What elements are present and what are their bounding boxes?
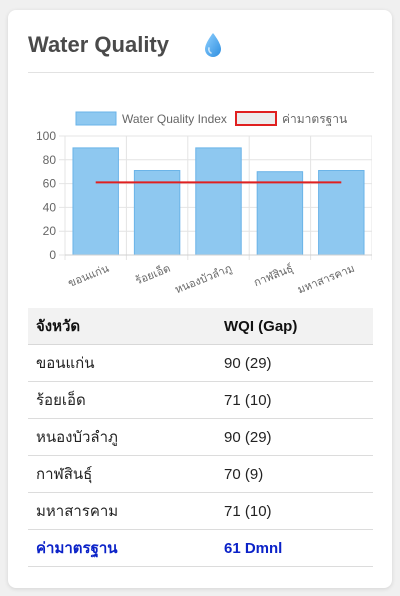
- bar-wqi[interactable]: [72, 147, 119, 256]
- wqi-cell: 71 (10): [216, 492, 373, 530]
- x-tick-label: ขอนแก่น: [67, 262, 112, 289]
- wqi-table: จังหวัด WQI (Gap) ขอนแก่น 90 (29) ร้อยเอ…: [28, 308, 373, 567]
- wqi-cell: 71 (10): [216, 381, 373, 419]
- y-tick-label: 40: [43, 200, 57, 214]
- legend-label-wqi: Water Quality Index: [122, 112, 227, 126]
- water-drop-icon: [205, 33, 221, 57]
- chart-container: Water Quality Index ค่ามาตรฐาน 0 20 40 60 80 10…: [28, 100, 373, 300]
- column-header-province: จังหวัด: [28, 308, 216, 345]
- table-row: มหาสารคาม 71 (10): [28, 492, 373, 530]
- province-cell: ร้อยเอ็ด: [28, 381, 216, 419]
- card-title: Water Quality: [28, 32, 169, 57]
- legend-swatch-standard: [235, 111, 277, 126]
- table-row: กาฬสินธุ์ 70 (9): [28, 455, 373, 493]
- water-quality-chart: Water Quality Index ค่ามาตรฐาน 0 20 40 60 80 10…: [36, 111, 373, 297]
- legend-label-standard: ค่ามาตรฐาน: [282, 112, 347, 126]
- province-cell: ขอนแก่น: [28, 344, 216, 382]
- card-header: Water Quality: [28, 32, 374, 73]
- bar-wqi[interactable]: [195, 147, 242, 256]
- table-row: หนองบัวลำภู 90 (29): [28, 418, 373, 456]
- wqi-cell: 90 (29): [216, 418, 373, 456]
- standard-label: ค่ามาตรฐาน: [28, 529, 216, 567]
- table-row: ร้อยเอ็ด 71 (10): [28, 381, 373, 419]
- column-header-wqi: WQI (Gap): [216, 308, 373, 345]
- wqi-cell: 90 (29): [216, 344, 373, 382]
- province-cell: กาฬสินธุ์: [28, 455, 216, 493]
- y-tick-label: 60: [43, 177, 57, 191]
- y-tick-label: 100: [36, 129, 56, 143]
- table-row: ขอนแก่น 90 (29): [28, 344, 373, 382]
- table-header-row: จังหวัด WQI (Gap): [28, 308, 373, 345]
- wqi-cell: 70 (9): [216, 455, 373, 493]
- water-quality-card: Water Quality Water Quality Index ค่ามาตร…: [8, 10, 392, 588]
- x-tick-label: มหาสารคาม: [296, 263, 356, 297]
- x-tick-label: หนองบัวลำภู: [173, 263, 233, 297]
- legend-swatch-wqi: [75, 111, 117, 126]
- province-cell: มหาสารคาม: [28, 492, 216, 530]
- standard-row: ค่ามาตรฐาน 61 Dmnl: [28, 529, 373, 567]
- x-tick-label: กาฬสินธุ์: [252, 262, 295, 290]
- province-cell: หนองบัวลำภู: [28, 418, 216, 456]
- y-tick-label: 0: [49, 248, 56, 262]
- bar-wqi[interactable]: [256, 171, 304, 256]
- x-tick-label: ร้อยเอ็ด: [133, 261, 172, 288]
- y-tick-label: 20: [43, 224, 57, 238]
- standard-value: 61 Dmnl: [216, 529, 373, 567]
- y-tick-label: 80: [43, 153, 57, 167]
